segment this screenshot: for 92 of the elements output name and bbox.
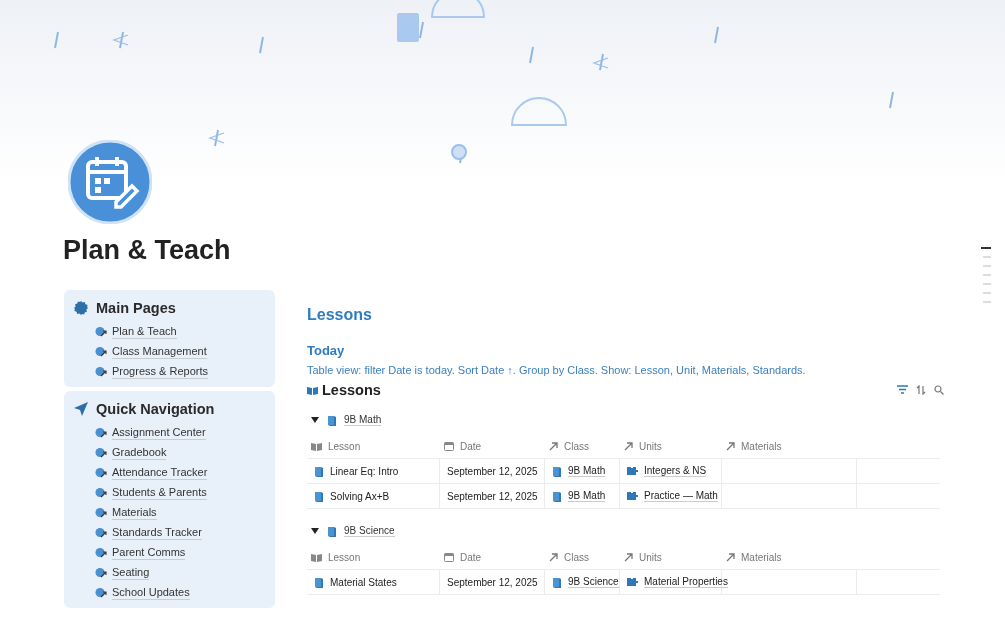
outline-marker[interactable] [983, 256, 991, 258]
date-text: September 12, 2025 [447, 490, 538, 502]
toggle-button[interactable] [310, 415, 320, 425]
page-link[interactable]: Students & Parents [95, 485, 265, 500]
outline-marker[interactable] [983, 292, 991, 294]
lesson-name[interactable]: Material States [330, 576, 397, 588]
page-link-icon [95, 587, 107, 598]
section-heading: Lessons [307, 306, 373, 324]
page-link-icon [95, 527, 107, 538]
calendar-icon [444, 552, 454, 562]
date-text: September 12, 2025 [447, 465, 538, 477]
column-header[interactable]: Units [620, 434, 722, 459]
date-text: September 12, 2025 [447, 576, 538, 588]
page-link-icon [95, 507, 107, 518]
page-link[interactable]: Assignment Center [95, 425, 265, 440]
card-heading: Main Pages [96, 300, 176, 316]
badge-icon [74, 301, 88, 315]
arrow-icon [726, 552, 735, 562]
lesson-name[interactable]: Solving Ax+B [330, 490, 390, 502]
filter-icon[interactable] [897, 385, 908, 394]
sort-icon[interactable] [916, 385, 926, 395]
card-heading: Quick Navigation [96, 401, 215, 417]
outline-marker[interactable] [983, 274, 991, 276]
view-description: Table view: filter Date is today. Sort Date ↑. Group by Class. Show: Lesson, Unit, Materials, Standards. [307, 364, 807, 376]
group-label[interactable]: 9B Math [344, 414, 382, 426]
page-link[interactable]: Progress & Reports [95, 364, 265, 379]
arrow-icon [624, 441, 633, 451]
column-header[interactable]: Class [545, 545, 620, 570]
book-icon [552, 465, 562, 477]
book-icon [327, 525, 337, 537]
page-link[interactable]: Plan & Teach [95, 324, 265, 339]
arrow-icon [624, 552, 633, 562]
page-link[interactable]: Gradebook [95, 445, 265, 460]
page-link[interactable]: Seating [95, 565, 265, 580]
page-link-icon [95, 487, 107, 498]
page-link-icon [95, 567, 107, 578]
arrow-icon [549, 441, 558, 451]
unit-link[interactable]: Integers & NS [644, 465, 707, 477]
navigation-arrow-icon [74, 402, 88, 416]
page-link[interactable]: Class Management [95, 344, 265, 359]
book-icon [314, 465, 324, 477]
subsection-heading: Today [307, 343, 346, 358]
page-link[interactable]: Standards Tracker [95, 525, 265, 540]
page-link[interactable]: Parent Comms [95, 545, 265, 560]
book-icon [552, 490, 562, 502]
column-header[interactable]: Lesson [307, 545, 440, 570]
column-header[interactable]: Date [440, 545, 545, 570]
outline-marker[interactable] [983, 301, 991, 303]
toggle-button[interactable] [310, 526, 320, 536]
outline-marker[interactable] [981, 247, 991, 249]
outline-marker[interactable] [983, 265, 991, 267]
column-header[interactable]: Materials [722, 545, 857, 570]
book-icon [311, 552, 322, 562]
outline-marker[interactable] [983, 283, 991, 285]
puzzle-icon [627, 491, 638, 501]
database-title: Lessons [322, 382, 381, 398]
column-header[interactable]: Date [440, 434, 545, 459]
column-header[interactable]: Class [545, 434, 620, 459]
book-icon [327, 414, 337, 426]
book-icon [311, 441, 322, 451]
page-title: Plan & Teach [63, 235, 231, 266]
group-label[interactable]: 9B Science [344, 525, 395, 537]
page-link-icon [95, 366, 107, 377]
page-link[interactable]: Attendance Tracker [95, 465, 265, 480]
page-link-icon [95, 467, 107, 478]
unit-link[interactable]: Practice — Math [644, 490, 718, 502]
page-link-icon [95, 447, 107, 458]
page-link[interactable]: Materials [95, 505, 265, 520]
calendar-edit-icon [68, 140, 152, 224]
book-icon [314, 576, 324, 588]
lesson-name[interactable]: Linear Eq: Intro [330, 465, 399, 477]
unit-link[interactable]: Material Properties [644, 576, 728, 588]
search-icon[interactable] [934, 385, 944, 395]
class-link[interactable]: 9B Math [568, 490, 606, 502]
page-link-icon [95, 547, 107, 558]
column-header[interactable]: Units [620, 545, 722, 570]
column-header[interactable]: Lesson [307, 434, 440, 459]
column-header[interactable]: Materials [722, 434, 857, 459]
book-icon [314, 490, 324, 502]
puzzle-icon [627, 577, 638, 587]
page-link-icon [95, 346, 107, 357]
page-link-icon [95, 427, 107, 438]
class-link[interactable]: 9B Math [568, 465, 606, 477]
book-icon [307, 385, 318, 395]
book-icon [552, 576, 562, 588]
class-link[interactable]: 9B Science [568, 576, 619, 588]
arrow-icon [549, 552, 558, 562]
page-link-icon [95, 326, 107, 337]
page-link[interactable]: School Updates [95, 585, 265, 600]
arrow-icon [726, 441, 735, 451]
calendar-icon [444, 441, 454, 451]
puzzle-icon [627, 466, 638, 476]
